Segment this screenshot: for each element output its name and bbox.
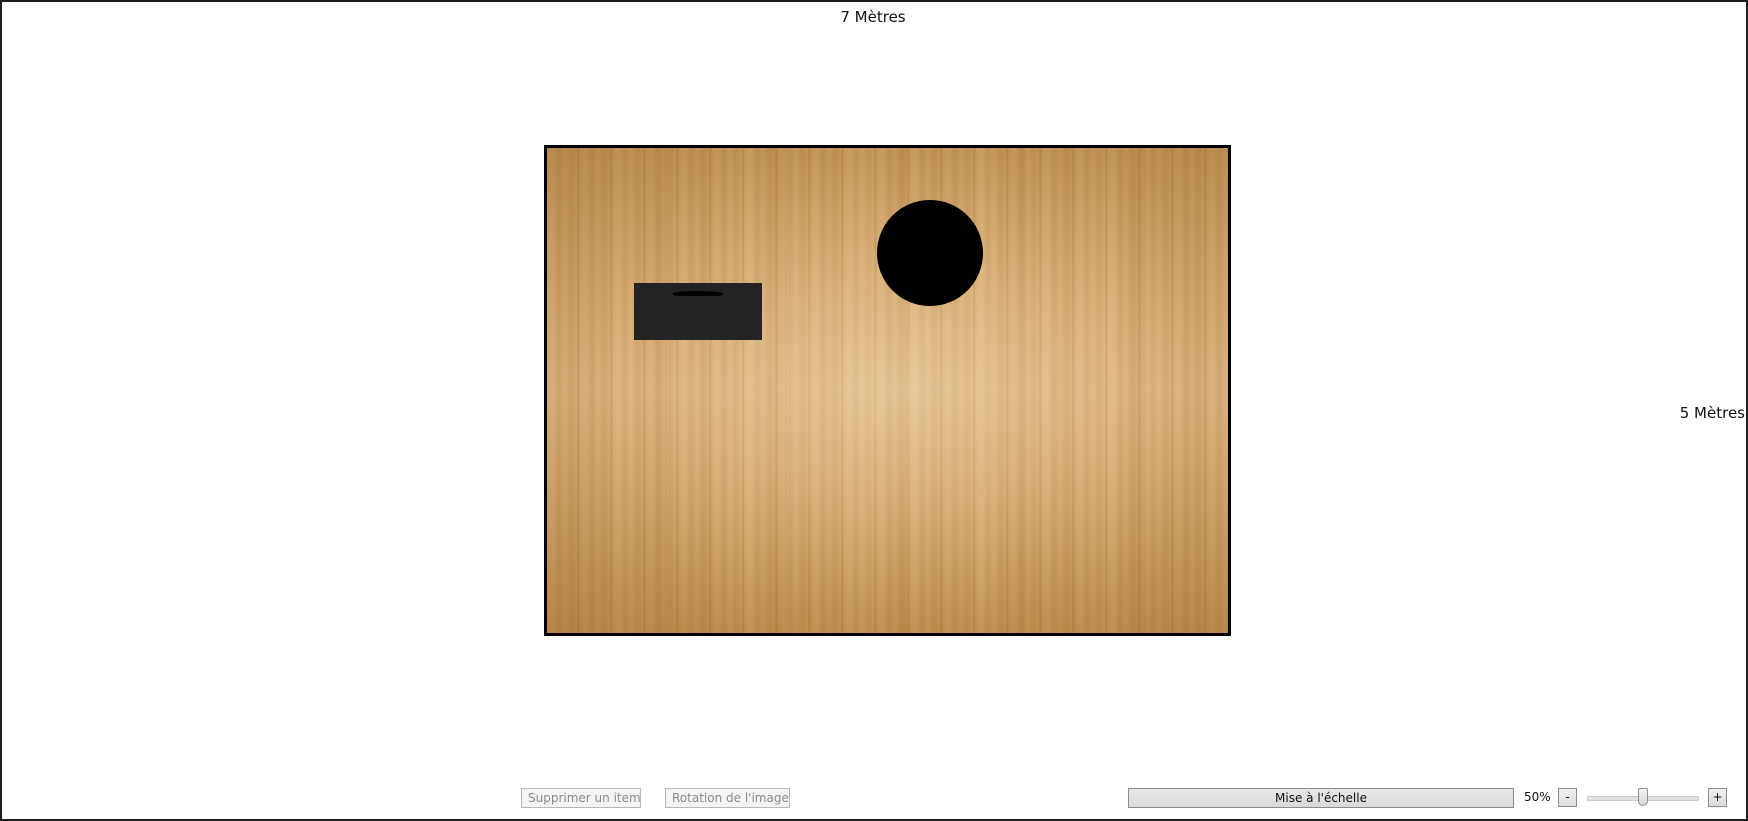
zoom-slider-thumb[interactable] bbox=[1638, 788, 1648, 806]
zoom-level: 50% bbox=[1524, 790, 1551, 804]
room-height-label: 5 Mètres bbox=[1679, 404, 1745, 422]
zoom-slider[interactable] bbox=[1587, 788, 1699, 808]
room-floor-canvas[interactable] bbox=[544, 145, 1231, 636]
zoom-out-button[interactable]: - bbox=[1558, 788, 1577, 807]
desk-handle bbox=[673, 291, 723, 296]
rotate-image-button[interactable]: Rotation de l'image bbox=[665, 788, 790, 808]
delete-item-button[interactable]: Supprimer un item bbox=[521, 788, 641, 808]
desk-item[interactable] bbox=[634, 283, 762, 340]
room-width-label: 7 Mètres bbox=[840, 8, 906, 26]
round-table-item[interactable] bbox=[877, 200, 983, 306]
zoom-in-button[interactable]: + bbox=[1708, 788, 1727, 807]
scale-button[interactable]: Mise à l'échelle bbox=[1128, 788, 1514, 808]
